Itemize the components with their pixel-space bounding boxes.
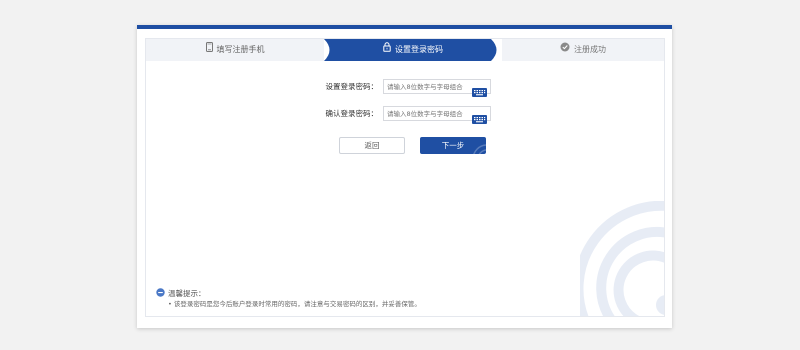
check-circle-icon bbox=[560, 39, 570, 61]
confirm-password-row: 确认登录密码： bbox=[296, 106, 496, 124]
phone-icon bbox=[205, 39, 213, 61]
confirm-password-label: 确认登录密码： bbox=[325, 109, 379, 118]
back-button[interactable]: 返回 bbox=[339, 137, 405, 154]
password-row: 设置登录密码： bbox=[296, 79, 496, 97]
next-step-label: 下一步 bbox=[441, 141, 465, 150]
step-set-password: 设置登录密码 bbox=[324, 39, 502, 61]
password-label: 设置登录密码： bbox=[325, 82, 379, 91]
keyboard-icon[interactable] bbox=[472, 109, 487, 124]
lock-icon bbox=[383, 39, 391, 61]
step-indicator: 填写注册手机 注册成功 设置登录密码 bbox=[146, 39, 664, 61]
registration-card: 填写注册手机 注册成功 设置登录密码 设置登录密码： 请输入8位数字与字母组合 … bbox=[137, 25, 672, 328]
step-label: 填写注册手机 bbox=[216, 45, 265, 54]
signal-watermark-icon bbox=[473, 144, 486, 154]
step-label: 注册成功 bbox=[574, 45, 606, 54]
keyboard-icon[interactable] bbox=[472, 82, 487, 97]
step-fill-phone: 填写注册手机 bbox=[146, 39, 324, 61]
tips-title: 温馨提示： bbox=[168, 289, 206, 298]
registration-panel: 填写注册手机 注册成功 设置登录密码 设置登录密码： 请输入8位数字与字母组合 … bbox=[145, 38, 665, 317]
step-label: 设置登录密码 bbox=[395, 45, 443, 54]
tips-heading: 温馨提示： bbox=[156, 288, 206, 300]
tips-line: • 该登录密码是您今后账户登录时常用的密码，请注意与交易密码的区别，并妥善保管。 bbox=[168, 300, 421, 308]
next-step-button[interactable]: 下一步 bbox=[420, 137, 486, 154]
minus-circle-icon bbox=[156, 288, 165, 300]
step-register-success: 注册成功 bbox=[502, 39, 664, 61]
signal-watermark-icon bbox=[580, 201, 664, 316]
